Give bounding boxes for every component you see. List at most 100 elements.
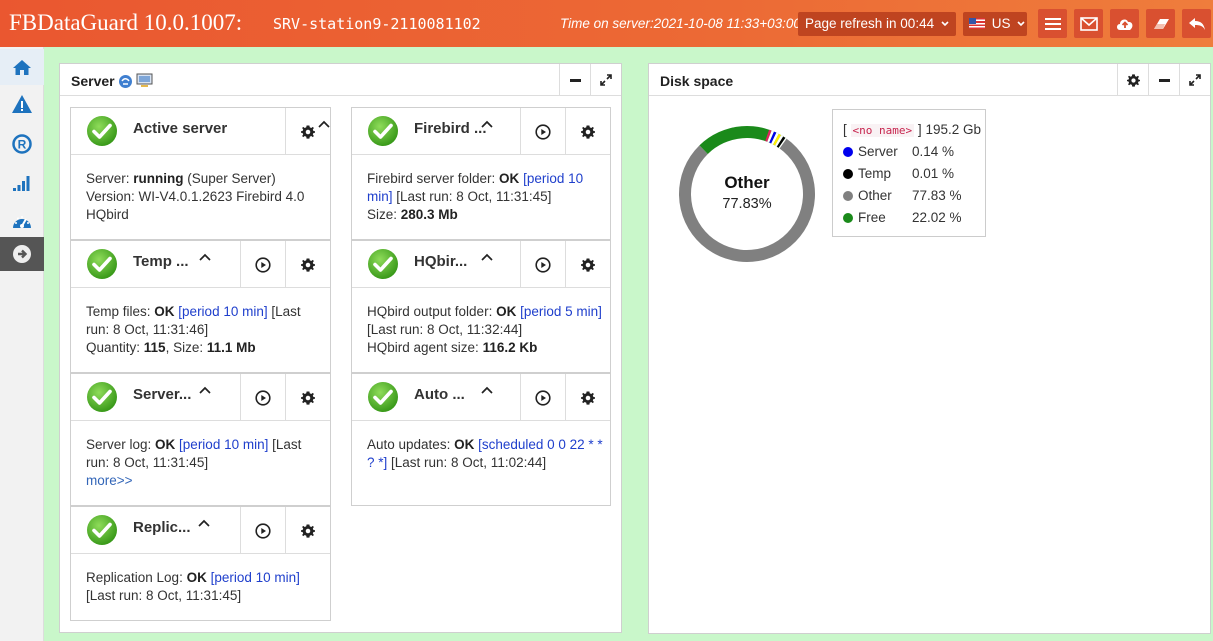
run-now-button[interactable] [240, 374, 285, 421]
more-link[interactable]: more>> [86, 473, 133, 488]
run-now-button[interactable] [240, 507, 285, 554]
server-card: Server... Server log: OK [period 10 min] … [70, 373, 331, 506]
gear-icon [581, 390, 595, 405]
run-now-button[interactable] [520, 241, 565, 288]
status-ok-indicator [367, 115, 399, 150]
server-panel-maximize-button[interactable] [590, 64, 621, 96]
us-flag-icon [969, 18, 985, 29]
card-settings-button[interactable] [565, 108, 610, 155]
legend-color-dot [843, 213, 853, 223]
collapse-toggle[interactable] [480, 384, 494, 399]
period-link: [scheduled 0 0 22 * * [478, 437, 603, 452]
volume-total: 195.2 Gb [925, 122, 981, 137]
sidebar-item-alerts[interactable] [0, 86, 44, 122]
card-text: (Super Server) [183, 171, 276, 186]
card-settings-button[interactable] [565, 241, 610, 288]
legend-item: Server 0.14 % [843, 141, 975, 163]
status-ok-indicator [86, 115, 118, 150]
collapse-toggle[interactable] [480, 118, 494, 133]
card-settings-button[interactable] [285, 108, 330, 155]
collapse-toggle[interactable] [480, 251, 494, 266]
status-value: OK [496, 304, 517, 319]
card-line: run: 8 Oct, 11:31:46] [86, 321, 318, 339]
sidebar-item-monitoring[interactable] [0, 165, 44, 201]
status-value: 116.2 Kb [482, 340, 538, 355]
status-value: 11.1 Mb [206, 340, 256, 355]
run-now-button[interactable] [520, 108, 565, 155]
card-text: [Last run: 8 Oct, 11:31:45] [392, 189, 552, 204]
server-card-body: Auto updates: OK [scheduled 0 0 22 * *? … [367, 436, 603, 472]
card-line: Temp files: OK [period 10 min] [Last [86, 303, 318, 321]
collapse-toggle[interactable] [197, 517, 211, 532]
period-link: [period 10 min] [178, 304, 268, 319]
sidebar-item-replication[interactable]: R [0, 126, 44, 162]
card-line: Size: 280.3 Mb [367, 206, 598, 224]
legend-value: 0.14 % [912, 144, 955, 159]
signal-bars-icon [13, 176, 30, 191]
gear-icon [301, 124, 315, 139]
server-card-title: Auto ... [414, 386, 465, 403]
card-text: run: 8 Oct, 11:31:45] [86, 455, 209, 470]
card-line: HQbird [86, 206, 318, 224]
card-text: Temp files: [86, 304, 155, 319]
status-ok-indicator [367, 248, 399, 283]
chevron-up-icon [481, 253, 493, 261]
status-value: OK [155, 437, 176, 452]
card-settings-button[interactable] [285, 374, 330, 421]
status-value: running [133, 171, 184, 186]
run-now-button[interactable] [520, 374, 565, 421]
disk-space-settings-button[interactable] [1117, 64, 1148, 96]
ok-check-icon [87, 515, 117, 545]
gear-icon [581, 257, 595, 272]
server-card-body: Firebird server folder: OK [period 10 min… [367, 170, 598, 224]
legend-item: Other 77.83 % [843, 185, 975, 207]
disk-space-minimize-button[interactable] [1148, 64, 1179, 96]
disk-space-maximize-button[interactable] [1179, 64, 1210, 96]
gear-icon [301, 257, 315, 272]
run-now-icon [255, 522, 271, 539]
chevron-down-icon [941, 21, 949, 27]
sidebar-item-home[interactable] [0, 49, 44, 85]
card-text: HQbird output folder: [367, 304, 497, 319]
mail-button[interactable] [1074, 9, 1103, 38]
card-text: Size: [367, 207, 401, 222]
server-card: Active server Server: running (Super Serv… [70, 107, 331, 240]
sidebar-item-expand[interactable] [0, 237, 44, 271]
collapse-toggle[interactable] [198, 384, 212, 399]
server-card-body: Server: running (Super Server) Version: W… [86, 170, 318, 224]
replication-icon: R [12, 134, 32, 154]
page-refresh-dropdown[interactable]: Page refresh in 00:44 [798, 12, 956, 36]
card-text: [Last run: 8 Oct, 11:02:44] [387, 455, 547, 470]
server-name: SRV-station9-2110081102 [273, 15, 481, 33]
card-text: , Size: [165, 340, 207, 355]
connection-icon [119, 75, 132, 88]
logout-button[interactable] [1182, 9, 1211, 38]
app-title: FBDataGuard 10.0.1007: [9, 10, 243, 35]
collapse-toggle[interactable] [198, 251, 212, 266]
card-text: [Last [267, 304, 301, 319]
logout-icon [1188, 17, 1205, 30]
card-text: Server log: [86, 437, 156, 452]
legend-value: 22.02 % [912, 210, 962, 225]
card-settings-button[interactable] [285, 241, 330, 288]
minimize-icon [1158, 78, 1170, 82]
legend-bracket-open: [ [843, 122, 847, 137]
card-line: ? *] [Last run: 8 Oct, 11:02:44] [367, 454, 598, 472]
server-card: Replic... Replication Log: OK [period 10 … [70, 506, 331, 621]
server-panel-minimize-button[interactable] [559, 64, 590, 96]
menu-button[interactable] [1038, 9, 1067, 38]
run-now-icon [535, 256, 551, 273]
sidebar-item-performance[interactable] [0, 203, 44, 239]
card-line: Quantity: 115, Size: 11.1 Mb [86, 339, 318, 357]
run-now-button[interactable] [240, 241, 285, 288]
expand-icon [600, 74, 612, 86]
eraser-button[interactable] [1146, 9, 1175, 38]
upload-button[interactable] [1110, 9, 1139, 38]
language-dropdown[interactable]: US [963, 12, 1027, 36]
server-card-title: Temp ... [133, 253, 189, 270]
card-settings-button[interactable] [565, 374, 610, 421]
sidebar: R [0, 47, 44, 641]
card-settings-button[interactable] [285, 507, 330, 554]
disk-space-donut-chart [679, 126, 815, 262]
server-time: Time on server:2021-10-08 11:33+03:00 [560, 16, 801, 31]
